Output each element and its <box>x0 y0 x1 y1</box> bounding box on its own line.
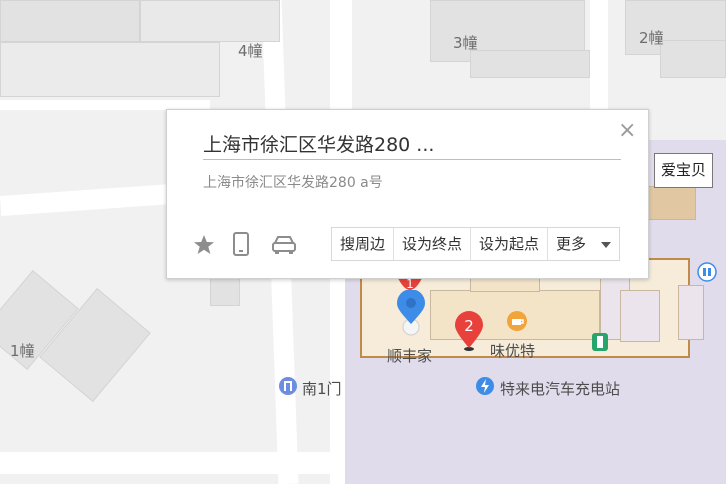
poi-label[interactable]: 特来电汽车充电站 <box>500 378 620 399</box>
svg-text:1: 1 <box>406 277 414 291</box>
phone-icon[interactable] <box>233 232 249 256</box>
building-block <box>0 42 220 97</box>
restroom-icon[interactable] <box>697 262 717 282</box>
building-block <box>678 285 704 340</box>
charging-icon[interactable] <box>475 376 495 396</box>
building-label: 2幢 <box>639 29 664 47</box>
more-button[interactable]: 更多 <box>548 228 619 260</box>
place-title: 上海市徐汇区华发路280 ... <box>203 134 435 156</box>
aibaobei-button[interactable]: 爱宝贝 <box>654 153 713 188</box>
map-canvas[interactable]: 4幢 3幢 2幢 1幢 1 2 顺丰家 味优特 南1门 特来电汽车充电站 爱宝贝… <box>0 0 726 484</box>
building-block <box>660 40 726 78</box>
building-block <box>620 290 660 342</box>
poi-label[interactable]: 顺丰家 <box>387 345 432 366</box>
building-block <box>470 50 590 78</box>
gate-icon[interactable] <box>278 376 298 396</box>
more-label: 更多 <box>556 235 587 253</box>
set-origin-button[interactable]: 设为起点 <box>471 228 549 260</box>
set-destination-button[interactable]: 设为终点 <box>394 228 472 260</box>
caret-down-icon <box>600 241 611 248</box>
building-block <box>210 276 240 306</box>
divider <box>203 159 621 160</box>
building-block <box>0 0 140 42</box>
close-icon[interactable]: × <box>618 118 636 143</box>
building-label: 4幢 <box>238 42 263 60</box>
cafe-icon[interactable] <box>506 310 528 332</box>
building-block <box>140 0 280 42</box>
car-icon[interactable] <box>271 234 297 256</box>
info-window: 上海市徐汇区华发路280 ... 上海市徐汇区华发路280 a号 × 搜周边 设… <box>166 109 649 279</box>
map-marker-2[interactable]: 2 <box>453 310 485 352</box>
exit-icon[interactable] <box>592 333 608 351</box>
search-nearby-button[interactable]: 搜周边 <box>332 228 395 260</box>
svg-text:2: 2 <box>464 317 474 335</box>
building-label: 1幢 <box>10 342 35 360</box>
place-address: 上海市徐汇区华发路280 a号 <box>203 175 383 191</box>
poi-label[interactable]: 南1门 <box>302 378 342 399</box>
building-label: 3幢 <box>453 34 478 52</box>
poi-label[interactable]: 味优特 <box>490 340 535 361</box>
star-icon[interactable] <box>193 234 215 256</box>
action-bar: 搜周边 设为终点 设为起点 更多 <box>331 227 620 261</box>
location-pin-icon[interactable] <box>394 290 428 336</box>
